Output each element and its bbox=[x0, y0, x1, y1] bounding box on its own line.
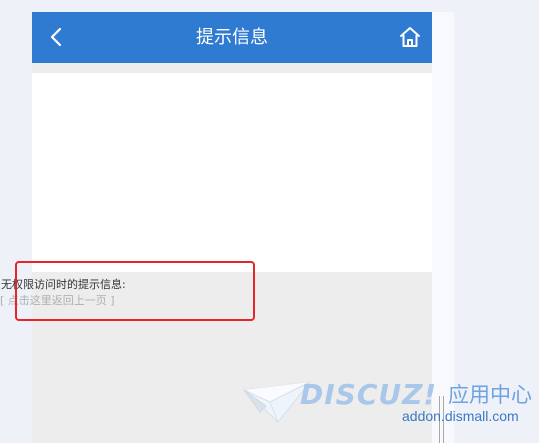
home-icon[interactable] bbox=[398, 25, 422, 49]
annotation-highlight-box bbox=[15, 261, 255, 321]
header-gap bbox=[32, 63, 432, 73]
watermark-url: addon.dismall.com bbox=[402, 408, 519, 424]
page-title: 提示信息 bbox=[196, 27, 268, 48]
watermark: DISCUZ! 应用中心 addon.dismall.com bbox=[242, 378, 539, 443]
watermark-brand: DISCUZ! bbox=[300, 378, 438, 411]
top-bar: 提示信息 bbox=[32, 12, 432, 63]
watermark-app-center: 应用中心 bbox=[448, 383, 532, 407]
house-icon bbox=[400, 27, 420, 47]
content-blank-area bbox=[32, 73, 432, 272]
